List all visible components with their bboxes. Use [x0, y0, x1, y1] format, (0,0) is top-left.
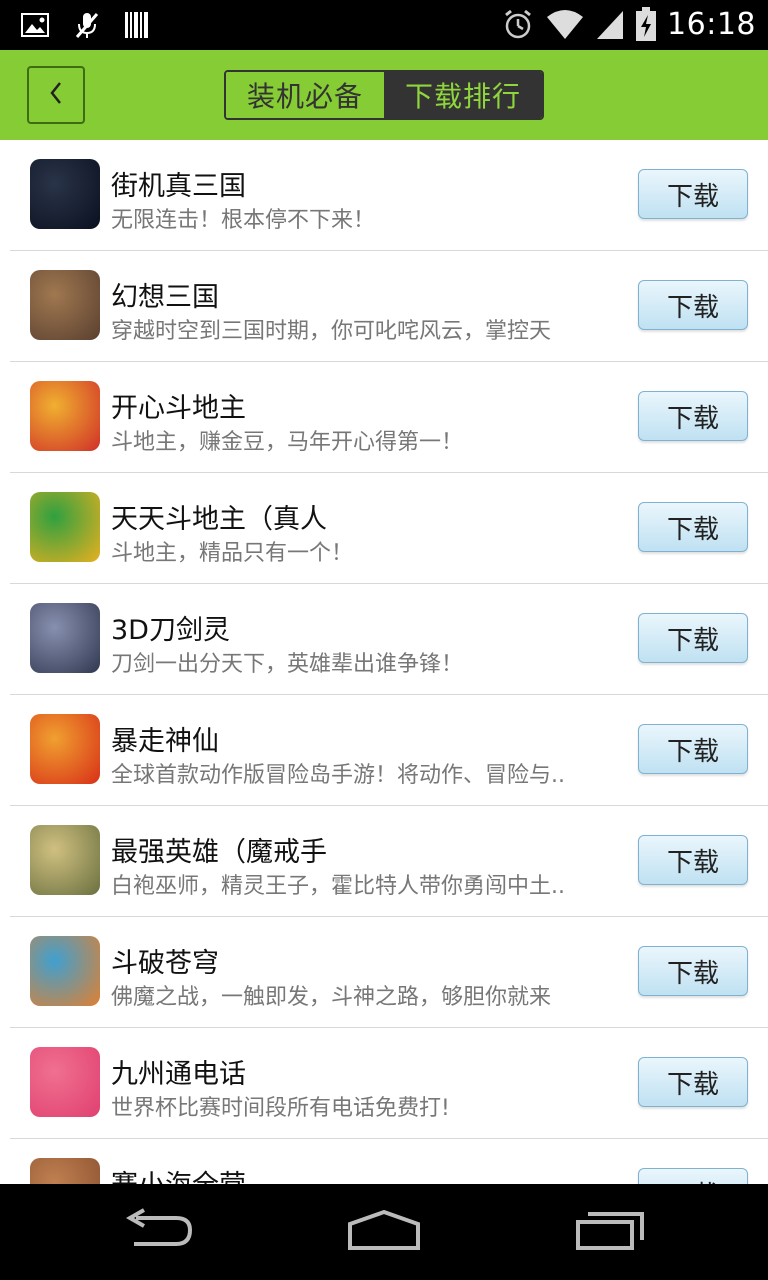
app-list-item[interactable]: 最强英雄（魔戒手白袍巫师，精灵王子，霍比特人带你勇闯中土.. 下载 [0, 806, 768, 917]
app-description: 佛魔之战，一触即发，斗神之路，够胆你就来 [111, 985, 552, 1010]
app-description: 全球首款动作版冒险岛手游！将动作、冒险与.. [111, 763, 565, 788]
app-icon[interactable] [30, 936, 100, 1006]
download-button[interactable]: 下载 [638, 502, 748, 552]
download-button[interactable]: 下载 [638, 613, 748, 663]
app-name[interactable]: 街机真三国 [111, 164, 246, 203]
status-bar-right: 16:18 [501, 6, 756, 42]
download-button[interactable]: 下载 [638, 280, 748, 330]
status-bar: 16:18 [0, 0, 768, 50]
app-list-item[interactable]: 开心斗地主斗地主，赚金豆，马年开心得第一！ 下载 [0, 362, 768, 473]
app-name[interactable]: 斗破苍穹 [111, 941, 219, 980]
app-list-item[interactable]: 3D刀剑灵刀剑一出分天下，英雄辈出谁争锋！ 下载 [0, 584, 768, 695]
app-icon[interactable] [30, 1047, 100, 1117]
app-list-item[interactable]: 九州通电话世界杯比赛时间段所有电话免费打! 下载 [0, 1028, 768, 1139]
alarm-icon [501, 7, 535, 41]
app-name[interactable]: 3D刀剑灵 [111, 608, 230, 647]
app-list[interactable]: 街机真三国 无限连击！根本停不下来！ 下载 幻想三国 穿越时空到三国时期，你可叱咤风云，… [0, 140, 768, 1184]
header-bar: 装机必备 下载排行 [0, 50, 768, 140]
download-button[interactable]: 下载 [638, 391, 748, 441]
app-icon[interactable] [30, 159, 100, 229]
recent-apps-icon[interactable] [574, 1208, 646, 1256]
home-icon[interactable] [346, 1208, 422, 1256]
app-name[interactable]: 赛小海全营 [111, 1163, 246, 1184]
app-description: 无限连击！根本停不下来！ [111, 208, 376, 233]
app-list-item[interactable]: 赛小海全营 下载 [0, 1139, 768, 1184]
app-name[interactable]: 最强英雄（魔戒手 [111, 830, 327, 869]
image-icon [20, 10, 50, 40]
status-time: 16:18 [667, 6, 756, 42]
app-list-item[interactable]: 天天斗地主（真人斗地主，精品只有一个！ 下载 [0, 473, 768, 584]
app-icon[interactable] [30, 825, 100, 895]
segmented-tabs: 装机必备 下载排行 [224, 70, 544, 120]
tab-download-ranking[interactable]: 下载排行 [384, 72, 542, 118]
download-button[interactable]: 下载 [638, 169, 748, 219]
download-button[interactable]: 下载 [638, 724, 748, 774]
download-button[interactable]: 下载 [638, 1057, 748, 1107]
app-icon[interactable] [30, 603, 100, 673]
battery-icon [635, 6, 657, 42]
status-bar-left [20, 10, 150, 40]
app-icon[interactable] [30, 1158, 100, 1184]
app-description: 刀剑一出分天下，英雄辈出谁争锋！ [111, 652, 464, 677]
app-list-item[interactable]: 幻想三国穿越时空到三国时期，你可叱咤风云，掌控天 下载 [0, 251, 768, 362]
back-icon[interactable] [124, 1208, 196, 1252]
app-name[interactable]: 天天斗地主（真人 [111, 497, 327, 536]
chevron-left-icon [48, 80, 64, 110]
app-description: 斗地主，精品只有一个！ [111, 541, 354, 566]
tab-essentials[interactable]: 装机必备 [226, 72, 384, 118]
navigation-bar [0, 1184, 768, 1280]
app-name[interactable]: 开心斗地主 [111, 386, 246, 425]
barcode-icon [124, 10, 150, 40]
mic-off-icon [72, 10, 102, 40]
app-icon[interactable] [30, 492, 100, 562]
download-button[interactable]: 下载 [638, 1168, 748, 1184]
wifi-icon [545, 7, 585, 41]
app-description: 白袍巫师，精灵王子，霍比特人带你勇闯中土.. [111, 874, 565, 899]
app-icon[interactable] [30, 714, 100, 784]
app-list-item[interactable]: 斗破苍穹佛魔之战，一触即发，斗神之路，够胆你就来 下载 [0, 917, 768, 1028]
app-name[interactable]: 暴走神仙 [111, 719, 219, 758]
app-description: 穿越时空到三国时期，你可叱咤风云，掌控天 [111, 319, 552, 344]
download-button[interactable]: 下载 [638, 946, 748, 996]
app-description: 斗地主，赚金豆，马年开心得第一！ [111, 430, 464, 455]
app-description: 世界杯比赛时间段所有电话免费打! [111, 1096, 450, 1121]
app-name[interactable]: 九州通电话 [111, 1052, 246, 1091]
app-list-item[interactable]: 街机真三国无限连击！根本停不下来！ 下载 [0, 140, 768, 251]
app-list-item[interactable]: 暴走神仙全球首款动作版冒险岛手游！将动作、冒险与.. 下载 [0, 695, 768, 806]
app-name[interactable]: 幻想三国 [111, 275, 219, 314]
signal-icon [595, 7, 625, 41]
back-button[interactable] [27, 66, 85, 124]
app-icon[interactable] [30, 270, 100, 340]
download-button[interactable]: 下载 [638, 835, 748, 885]
app-icon[interactable] [30, 381, 100, 451]
